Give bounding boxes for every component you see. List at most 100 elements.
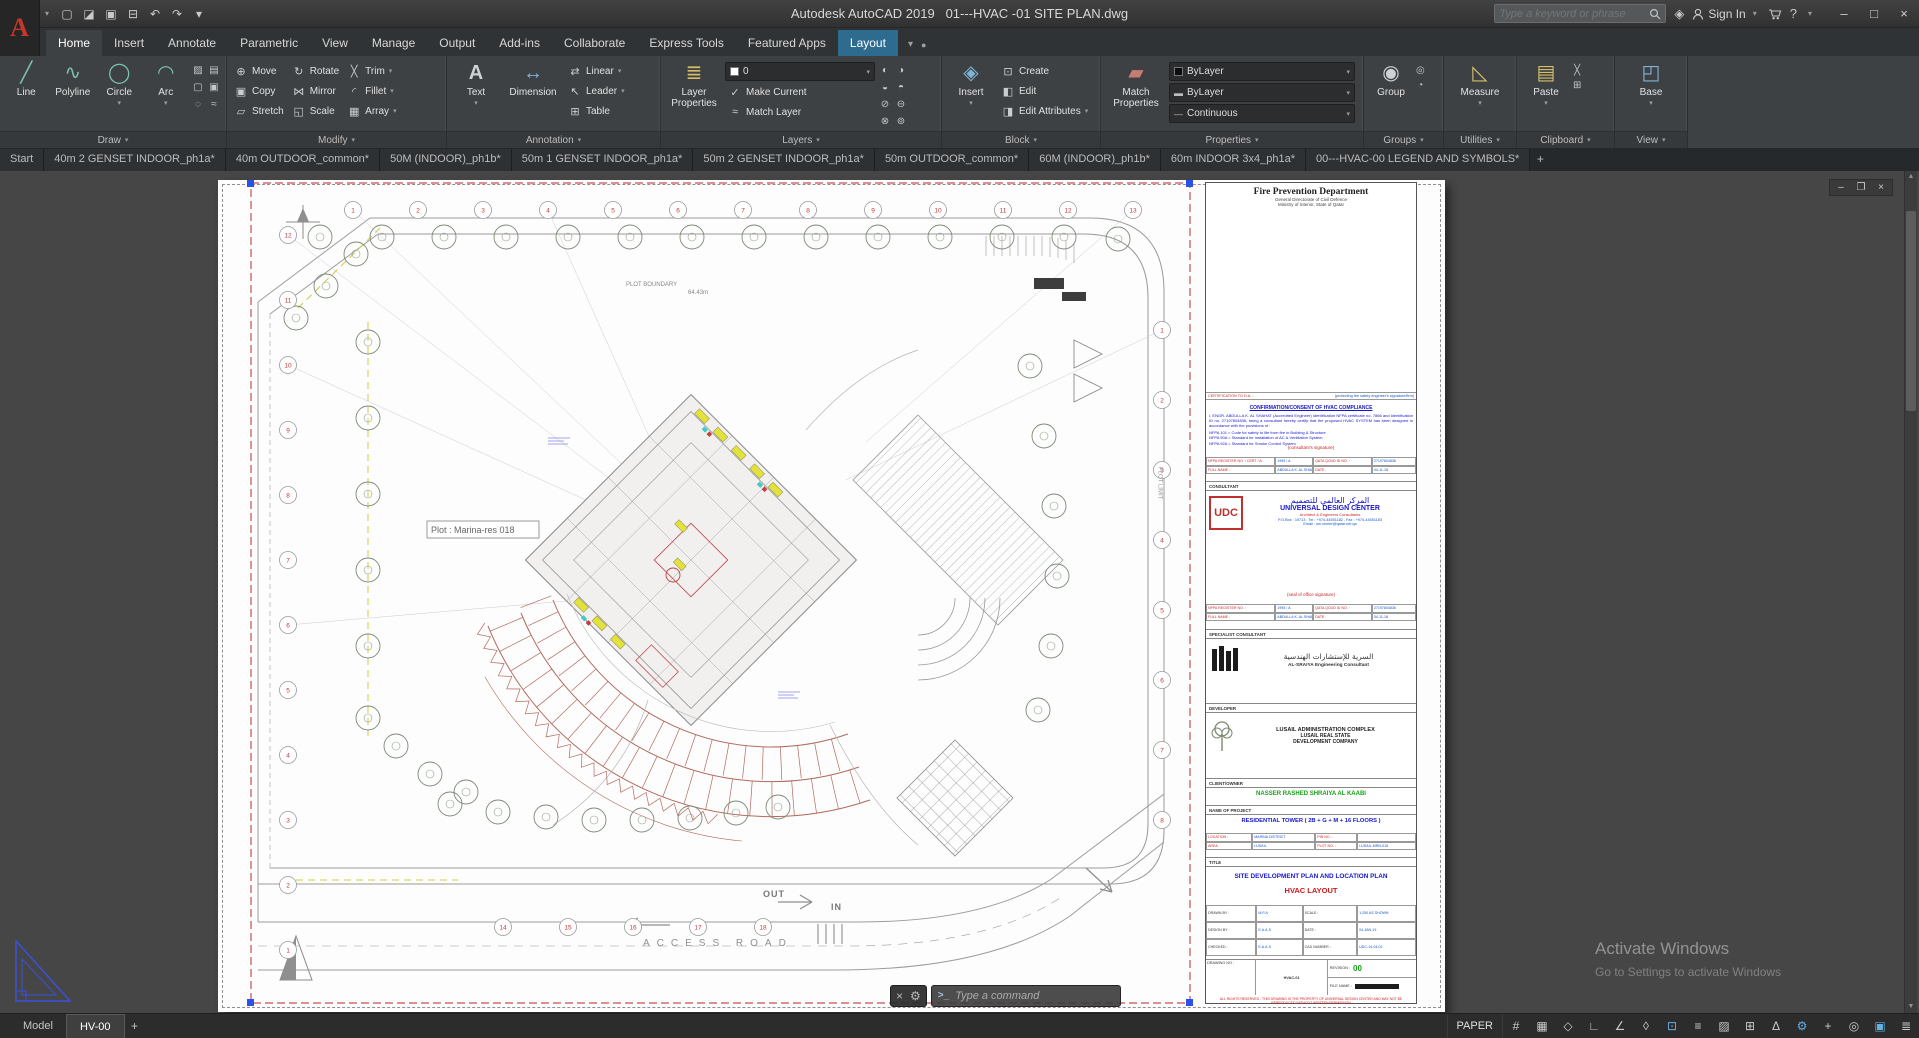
drawing-canvas[interactable]: 1 2 3 4 5 6 7 8 9 10 11 12 13 12 11 10 9 8 7 6 5 4 3 2 1 1 2 3 4 5 6 7 8… <box>0 171 1919 1013</box>
file-tab[interactable]: 40m OUTDOOR_common* <box>225 149 381 171</box>
ungroup-icon[interactable]: ◎ <box>1416 65 1425 76</box>
lineweight-icon[interactable]: ≡ <box>1685 1014 1711 1038</box>
file-tab[interactable]: 50m 2 GENSET INDOOR_ph1a* <box>693 149 875 171</box>
annotation-monitor-icon[interactable]: + <box>1815 1014 1841 1038</box>
leader-button[interactable]: ↖ Leader ▾ <box>565 81 628 101</box>
layout-tab-hv00[interactable]: HV-00 <box>65 1013 125 1038</box>
layer-merge-icon[interactable]: ⊚ <box>893 113 909 130</box>
autocad-logo[interactable]: A <box>0 0 40 56</box>
layer-lock-icon[interactable]: ⊘ <box>877 96 893 113</box>
circle-button[interactable]: ◯ Circle ▾ <box>97 59 142 131</box>
redo-icon[interactable]: ↷ <box>166 4 188 24</box>
paste-button[interactable]: ▤ Paste ▾ <box>1521 59 1571 131</box>
workspace-icon[interactable]: ⚙ <box>1789 1014 1815 1038</box>
file-tab[interactable]: 50m OUTDOOR_common* <box>874 149 1030 171</box>
make-current-button[interactable]: ✓ Make Current <box>725 82 875 102</box>
move-button[interactable]: ⊕ Move <box>231 61 287 81</box>
layer-on-icon[interactable]: ◑ <box>893 62 909 79</box>
panel-title-modify[interactable]: Modify ▾ <box>227 131 446 148</box>
panel-title-layers[interactable]: Layers ▾ <box>661 131 941 148</box>
model-tab[interactable]: Model <box>10 1014 66 1038</box>
ribbon-tab-view[interactable]: View <box>310 30 360 56</box>
stretch-button[interactable]: ▱ Stretch <box>231 101 287 121</box>
table-button[interactable]: ⊞ Table <box>565 101 628 121</box>
clean-screen-icon[interactable]: ▣ <box>1867 1014 1893 1038</box>
scroll-down-icon[interactable]: ▼ <box>1905 1001 1917 1013</box>
text-button[interactable]: A Text ▾ <box>451 59 501 131</box>
layer-dropdown[interactable]: 0 ▾ <box>725 62 875 81</box>
file-tab[interactable]: 50m 1 GENSET INDOOR_ph1a* <box>511 149 694 171</box>
command-close-icon[interactable]: × <box>896 989 903 1003</box>
close-button[interactable]: × <box>1889 2 1919 26</box>
panel-title-draw[interactable]: Draw ▾ <box>0 131 226 148</box>
ribbon-tab-annotate[interactable]: Annotate <box>156 30 228 56</box>
undo-icon[interactable]: ↶ <box>144 4 166 24</box>
new-drawing-tab-button[interactable]: + <box>1530 149 1550 171</box>
osnap-icon[interactable]: ⊡ <box>1659 1014 1685 1038</box>
match-layer-button[interactable]: ≈ Match Layer <box>725 102 875 122</box>
ribbon-tab-home[interactable]: Home <box>46 30 103 56</box>
region-icon[interactable]: ▣ <box>206 79 222 96</box>
isolate-icon[interactable]: ◎ <box>1841 1014 1867 1038</box>
file-tab[interactable]: 50M (INDOOR)_ph1b* <box>380 149 512 171</box>
ribbon-tab-add-ins[interactable]: Add-ins <box>487 30 552 56</box>
dimension-button[interactable]: ↔ Dimension <box>503 59 563 131</box>
search-input[interactable] <box>1499 7 1650 20</box>
ribbon-tab-insert[interactable]: Insert <box>102 30 156 56</box>
doc-restore-button[interactable]: ❐ <box>1853 181 1869 194</box>
panel-title-block[interactable]: Block ▾ <box>942 131 1100 148</box>
copy-clip-icon[interactable]: ⊞ <box>1573 80 1581 91</box>
ribbon-tab-featured-apps[interactable]: Featured Apps <box>736 30 838 56</box>
paper-space-toggle[interactable]: PAPER <box>1446 1014 1503 1038</box>
qat-dropdown-icon[interactable]: ▾ <box>188 4 210 24</box>
minimize-button[interactable]: – <box>1829 2 1859 26</box>
panel-title-annotation[interactable]: Annotation ▾ <box>447 131 660 148</box>
ribbon-tab-express-tools[interactable]: Express Tools <box>637 30 735 56</box>
doc-minimize-button[interactable]: – <box>1833 181 1849 194</box>
new-file-icon[interactable]: ▢ <box>56 4 78 24</box>
line-button[interactable]: ╱ Line <box>4 59 49 131</box>
polar-tracking-icon[interactable]: ∠ <box>1607 1014 1633 1038</box>
rotate-button[interactable]: ↻ Rotate <box>289 61 342 81</box>
fillet-button[interactable]: ◜ Fillet ▾ <box>344 81 399 101</box>
vertical-scrollbar[interactable]: ▲ ▼ <box>1904 171 1917 1013</box>
spline-icon[interactable]: ≈ <box>206 96 222 113</box>
selection-cycling-icon[interactable]: ⊞ <box>1737 1014 1763 1038</box>
lineweight-dropdown[interactable]: ▬ ByLayer ▾ <box>1169 83 1355 102</box>
color-dropdown[interactable]: ByLayer ▾ <box>1169 62 1355 81</box>
file-tab[interactable]: 00---HVAC-00 LEGEND AND SYMBOLS* <box>1305 149 1531 171</box>
search-box[interactable] <box>1494 4 1667 23</box>
layout-paper[interactable]: 1 2 3 4 5 6 7 8 9 10 11 12 13 12 11 10 9 8 7 6 5 4 3 2 1 1 2 3 4 5 6 7 8… <box>218 180 1445 1012</box>
file-tab[interactable]: 60M (INDOOR)_ph1b* <box>1029 149 1161 171</box>
layer-unlock-icon[interactable]: ⊖ <box>893 96 909 113</box>
help-icon[interactable]: ? <box>1790 6 1797 21</box>
boundary-icon[interactable]: ▢ <box>190 79 206 96</box>
polyline-button[interactable]: ∿ Polyline <box>51 59 96 131</box>
measure-button[interactable]: ◺ Measure ▾ <box>1455 59 1505 131</box>
layer-isolate-icon[interactable]: ⊗ <box>877 113 893 130</box>
ribbon-tab-collaborate[interactable]: Collaborate <box>552 30 637 56</box>
hatch-icon[interactable]: ▨ <box>190 62 206 79</box>
open-file-icon[interactable]: ◪ <box>78 4 100 24</box>
plot-icon[interactable]: ⊟ <box>122 4 144 24</box>
cut-icon[interactable]: ╳ <box>1573 65 1581 76</box>
insert-button[interactable]: ◈ Insert ▾ <box>946 59 996 131</box>
group-button[interactable]: ◉ Group <box>1368 59 1414 131</box>
linetype-dropdown[interactable]: — Continuous ▾ <box>1169 104 1355 123</box>
app-store-cart-icon[interactable] <box>1768 8 1782 20</box>
gradient-icon[interactable]: ▤ <box>206 62 222 79</box>
ribbon-minimize-caret-icon[interactable]: ▾ <box>908 39 913 50</box>
app-menu-caret-icon[interactable]: ▾ <box>42 9 52 18</box>
panel-title-properties[interactable]: Properties ▾ <box>1101 131 1363 148</box>
layer-off-icon[interactable]: ◐ <box>877 62 893 79</box>
command-customize-icon[interactable]: ⚙ <box>910 989 921 1003</box>
ribbon-tab-manage[interactable]: Manage <box>360 30 427 56</box>
edit-block-button[interactable]: ◧ Edit <box>998 81 1091 101</box>
file-tab[interactable]: Start <box>0 149 45 171</box>
array-button[interactable]: ▦ Array ▾ <box>344 101 399 121</box>
new-layout-button[interactable]: + <box>125 1019 145 1033</box>
mirror-button[interactable]: ⋈ Mirror <box>289 81 342 101</box>
snap-icon[interactable]: ▦ <box>1529 1014 1555 1038</box>
ribbon-cycle-icon[interactable]: ● <box>921 40 926 50</box>
panel-title-groups[interactable]: Groups ▾ <box>1364 131 1443 148</box>
